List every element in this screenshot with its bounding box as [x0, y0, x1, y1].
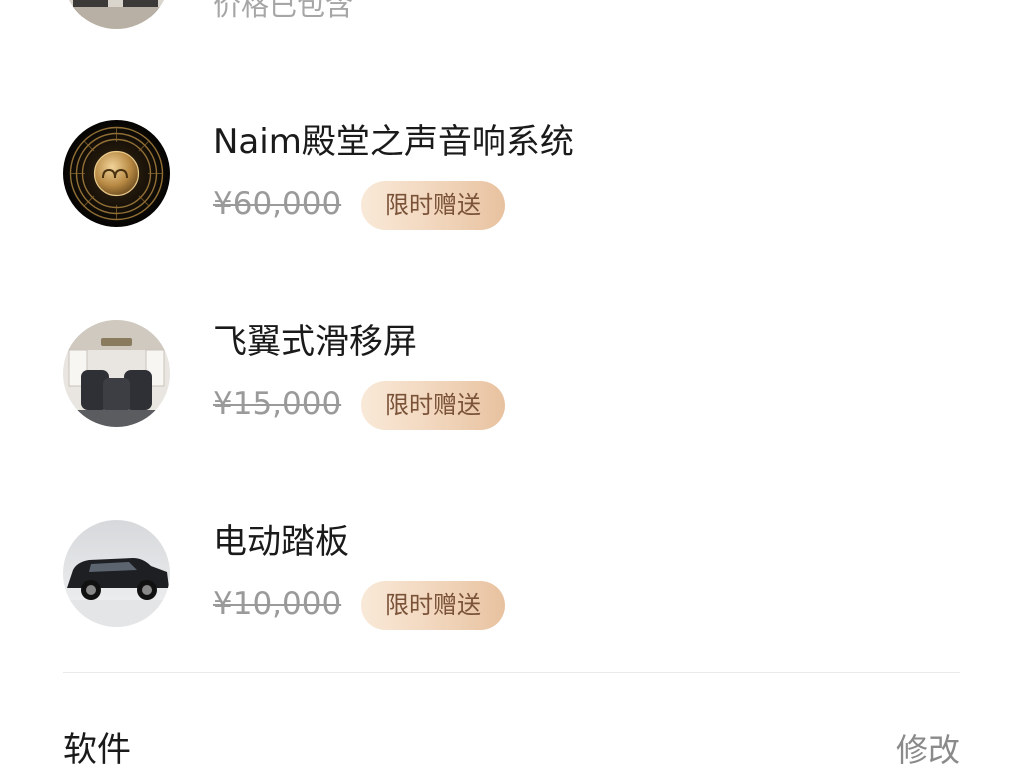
option-title: 飞翼式滑移屏 [213, 322, 417, 362]
option-package-page: 价格已包含 Naim殿堂之声音响系统 ¥60,000 限时赠送 飞翼式滑移屏 ¥… [0, 0, 1024, 768]
option-title: Naim殿堂之声音响系统 [213, 122, 574, 162]
price-included-caption: 价格已包含 [213, 0, 354, 22]
original-price: ¥10,000 [213, 586, 342, 622]
free-gift-badge: 限时赠送 [361, 381, 505, 430]
option-item-naim-audio[interactable]: Naim殿堂之声音响系统 ¥60,000 限时赠送 [63, 120, 963, 230]
original-price: ¥15,000 [213, 386, 342, 422]
software-section-title: 软件 [63, 730, 131, 768]
free-gift-badge: 限时赠送 [361, 581, 505, 630]
section-divider [63, 672, 960, 673]
edit-software-button[interactable]: 修改 [896, 728, 960, 768]
naim-speaker-thumbnail [63, 120, 170, 227]
seat-interior-thumbnail [63, 0, 170, 29]
suv-side-thumbnail [63, 520, 170, 627]
option-title: 电动踏板 [213, 522, 349, 562]
option-item-power-running-board[interactable]: 电动踏板 ¥10,000 限时赠送 [63, 520, 963, 630]
free-gift-badge: 限时赠送 [361, 181, 505, 230]
option-item-sliding-screen[interactable]: 飞翼式滑移屏 ¥15,000 限时赠送 [63, 320, 963, 430]
original-price: ¥60,000 [213, 186, 342, 222]
cabin-screen-thumbnail [63, 320, 170, 427]
